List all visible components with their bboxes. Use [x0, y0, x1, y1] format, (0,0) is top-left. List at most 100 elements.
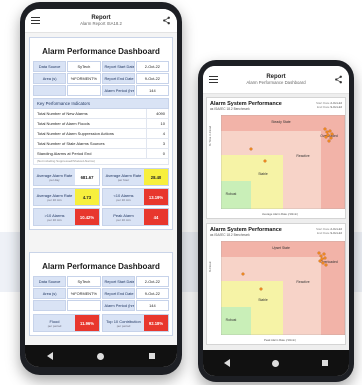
data-point	[263, 159, 267, 163]
zone-label: Reactive	[296, 154, 309, 158]
recent-apps-icon[interactable]	[148, 353, 155, 359]
y-axis-label: % Flood	[208, 261, 212, 272]
meta-label: Alarm Period (hrs)	[101, 85, 135, 96]
kpi-row: Total Number of Stale Alarms Sources 3	[33, 139, 169, 149]
kpi-header: Key Performance Indicators	[33, 98, 169, 109]
app-header-right: Report Alarm Performance Dashboard	[203, 66, 349, 94]
back-icon[interactable]	[47, 352, 54, 360]
zone-label: Robust	[226, 318, 237, 322]
meta-label: Data Source	[33, 276, 67, 287]
metric-value: 13.19%	[144, 189, 168, 205]
meta-label: Report Start Date	[101, 276, 135, 287]
meta-label	[33, 85, 67, 96]
meta-value: 144	[135, 85, 169, 96]
meta-value	[67, 300, 101, 311]
metric-tile: Flood per period 11.96%	[33, 314, 100, 332]
data-point	[325, 130, 329, 134]
metric-unit: per period	[116, 323, 131, 328]
header-text: Report Alarm Report ISA18.2	[40, 15, 162, 26]
data-point	[327, 139, 331, 143]
android-nav-bar-right	[203, 350, 349, 376]
zone-plot: Upset StateOverloadedReactiveStableRobus…	[221, 241, 345, 335]
data-point	[319, 254, 323, 258]
metric-tile: Average Alarm Rate per day 681.67	[33, 168, 100, 186]
metric-value: 681.67	[75, 169, 99, 185]
metric-value: 4.73	[75, 189, 99, 205]
meta-value: 9-Oct-22	[135, 288, 169, 299]
meta-value: SyTech	[67, 61, 101, 72]
data-point	[317, 251, 321, 255]
meta-grid: Data Source SyTech Report Start Date 2-Oct-…	[33, 61, 169, 96]
meta-grid-2: Data Source SyTech Report Start Date 2-Oct-…	[33, 276, 169, 311]
metric-tile: Peak Alarm per 10 min 44	[102, 208, 169, 226]
chart-end-label: End Date	[316, 231, 330, 235]
meta-value: %FORMENT%	[67, 288, 101, 299]
metric-grid: Average Alarm Rate per day 681.67 Average A…	[33, 168, 169, 226]
meta-label: Report End Date	[101, 288, 135, 299]
metric-label: Average Alarm Rate per hour	[103, 169, 144, 185]
share-icon[interactable]	[162, 16, 171, 25]
data-point	[330, 132, 334, 136]
meta-label: Alarm Period (hrs)	[101, 300, 135, 311]
meta-value: 2-Oct-22	[135, 276, 169, 287]
kpi-label: Standing Alarms at Period End	[37, 151, 92, 156]
menu-icon[interactable]	[209, 76, 218, 83]
metric-grid-2: Flood per period 11.96% Top 10 Contribution…	[33, 314, 169, 332]
data-point	[324, 135, 328, 139]
metric-value: 28.40	[144, 169, 168, 185]
metric-tile: >10 Alarms per 10 min 10.42%	[33, 208, 100, 226]
metric-label: Peak Alarm per 10 min	[103, 209, 144, 225]
report-title: Alarm Performance Dashboard	[42, 47, 160, 56]
report-card-2: Alarm Performance Dashboard Data Source S…	[29, 252, 173, 336]
section-gap	[29, 230, 173, 252]
meta-label: Area (s)	[33, 288, 67, 299]
report-area: Alarm Performance Dashboard Data Source S…	[25, 33, 177, 345]
kpi-label: Total Number of Alarm Floods	[37, 121, 90, 126]
header-subtitle-right: Alarm Performance Dashboard	[246, 80, 306, 85]
metric-tile: Average Alarm Rate per hour 28.40	[102, 168, 169, 186]
android-nav-bar	[25, 345, 177, 367]
home-icon[interactable]	[272, 359, 280, 367]
chart-card: Alarm System Performance as ISA/IEC 18.2 …	[206, 97, 346, 219]
kpi-label: Total Number of Stale Alarms Sources	[37, 141, 105, 146]
metric-label: Flood per period	[34, 315, 75, 331]
meta-value: 144	[135, 300, 169, 311]
phone-left: Report Alarm Report ISA18.2 Alarm Perfor…	[20, 2, 182, 375]
data-point	[241, 272, 245, 276]
metric-label: <10 Alarms per 10 min	[103, 189, 144, 205]
data-point	[259, 287, 263, 291]
metric-label: Top 10 Contribution per period	[103, 315, 144, 331]
metric-tile: <10 Alarms per 10 min 13.19%	[102, 188, 169, 206]
metric-unit: per 10 min	[116, 217, 131, 222]
chart-dates: Start Date 2-Oct-22 End Date 9-Oct-22	[316, 227, 342, 235]
data-point	[322, 252, 326, 256]
chart-card: Alarm System Performance as ISA/IEC 18.2 …	[206, 223, 346, 345]
chart-dates: Start Date 2-Oct-22 End Date 9-Oct-22	[316, 101, 342, 109]
metric-unit: per 10 min	[47, 217, 62, 222]
chart-end-row: End Date 9-Oct-22	[316, 231, 342, 235]
kpi-value: 4	[146, 129, 168, 138]
data-point	[324, 263, 328, 267]
menu-icon[interactable]	[31, 17, 40, 24]
back-icon[interactable]	[224, 359, 231, 367]
kpi-label: Total Number of Alarm Suppression Action…	[37, 131, 114, 136]
home-icon[interactable]	[97, 352, 105, 360]
phone-left-screen: Report Alarm Report ISA18.2 Alarm Perfor…	[25, 9, 177, 367]
chart-end-row: End Date 9-Oct-22	[316, 105, 342, 109]
kpi-note: (Not including Suppressed/Shelved Alarms…	[33, 159, 169, 165]
zone-label: Robust	[226, 192, 237, 196]
chart-end-label: End Date	[316, 105, 330, 109]
metric-value: 92.18%	[144, 315, 168, 331]
meta-label: Area (s)	[33, 73, 67, 84]
share-icon[interactable]	[334, 75, 343, 84]
recent-apps-icon[interactable]	[321, 360, 328, 366]
chart-end: 9-Oct-22	[330, 105, 342, 109]
data-point	[323, 256, 327, 260]
metric-value: 11.96%	[75, 315, 99, 331]
header-text-right: Report Alarm Performance Dashboard	[218, 74, 334, 85]
kpi-value: 10	[146, 119, 168, 128]
kpi-row: Total Number of Alarm Floods 10	[33, 119, 169, 129]
report-title-2: Alarm Performance Dashboard	[42, 262, 160, 271]
metric-unit: per 10 min	[116, 197, 131, 202]
phone-right-screen: Report Alarm Performance Dashboard Alarm…	[203, 66, 349, 376]
